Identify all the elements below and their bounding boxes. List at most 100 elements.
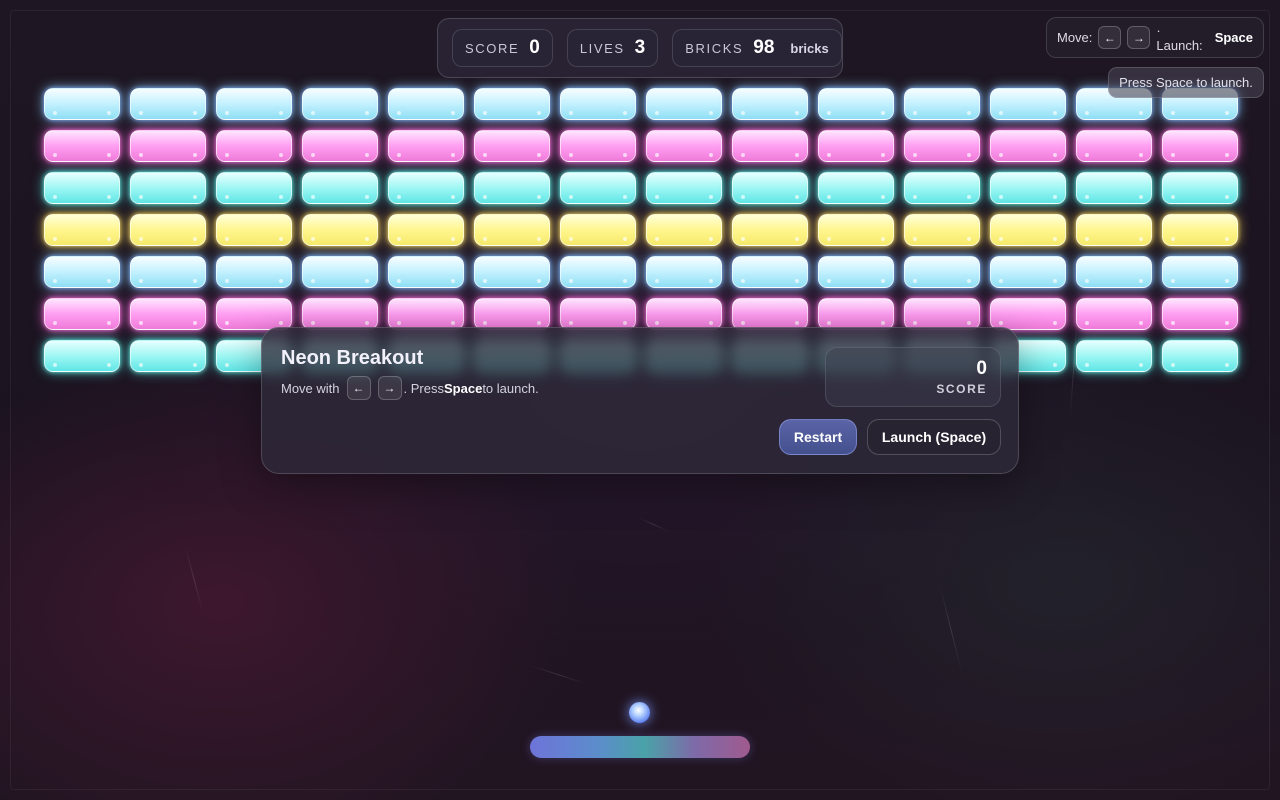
brick bbox=[388, 214, 464, 246]
restart-button[interactable]: Restart bbox=[779, 419, 857, 455]
brick bbox=[474, 298, 550, 330]
launch-button[interactable]: Launch (Space) bbox=[867, 419, 1001, 455]
score-pill: SCORE 0 bbox=[452, 29, 553, 67]
launch-toast: Press Space to launch. bbox=[1108, 67, 1264, 98]
brick bbox=[474, 214, 550, 246]
brick bbox=[1076, 214, 1152, 246]
launch-label: · Launch: bbox=[1156, 22, 1203, 53]
brick bbox=[216, 172, 292, 204]
dialog-score-value: 0 bbox=[976, 358, 987, 379]
brick bbox=[904, 172, 980, 204]
brick bbox=[1162, 298, 1238, 330]
brick bbox=[44, 298, 120, 330]
brick bbox=[818, 298, 894, 330]
paddle[interactable] bbox=[530, 736, 750, 758]
dialog-hint: Move with ← → . Press Space to launch. bbox=[281, 376, 539, 400]
brick bbox=[216, 256, 292, 288]
controls-hint: Move: ← → · Launch: Space bbox=[1046, 17, 1264, 58]
brick bbox=[1076, 256, 1152, 288]
brick bbox=[302, 256, 378, 288]
brick bbox=[818, 88, 894, 120]
right-arrow-icon: → bbox=[1127, 26, 1151, 49]
brick bbox=[216, 130, 292, 162]
brick bbox=[732, 214, 808, 246]
brick bbox=[904, 130, 980, 162]
score-value: 0 bbox=[529, 37, 540, 58]
brick bbox=[904, 88, 980, 120]
brick bbox=[560, 214, 636, 246]
brick bbox=[732, 256, 808, 288]
brick bbox=[474, 88, 550, 120]
brick bbox=[302, 130, 378, 162]
background-streak bbox=[529, 665, 588, 685]
brick bbox=[990, 130, 1066, 162]
brick bbox=[732, 172, 808, 204]
brick bbox=[130, 340, 206, 372]
brick bbox=[216, 214, 292, 246]
brick bbox=[130, 214, 206, 246]
bricks-label: BRICKS bbox=[685, 40, 744, 56]
background-streak bbox=[939, 585, 963, 673]
brick bbox=[904, 298, 980, 330]
ball bbox=[629, 702, 650, 723]
bricks-unit: bricks bbox=[790, 40, 829, 56]
brick bbox=[818, 172, 894, 204]
score-label: SCORE bbox=[465, 40, 520, 56]
brick bbox=[44, 256, 120, 288]
brick bbox=[44, 172, 120, 204]
brick bbox=[44, 88, 120, 120]
brick bbox=[1076, 298, 1152, 330]
bricks-value: 98 bbox=[753, 37, 775, 58]
brick bbox=[818, 130, 894, 162]
right-arrow-icon: → bbox=[377, 376, 402, 400]
brick bbox=[130, 172, 206, 204]
brick bbox=[388, 130, 464, 162]
brick bbox=[1162, 130, 1238, 162]
lives-pill: LIVES 3 bbox=[566, 29, 659, 67]
brick bbox=[302, 214, 378, 246]
brick bbox=[1162, 214, 1238, 246]
hud-bar: SCORE 0 LIVES 3 BRICKS 98 bricks bbox=[437, 18, 843, 78]
brick bbox=[474, 256, 550, 288]
brick bbox=[130, 298, 206, 330]
brick bbox=[44, 340, 120, 372]
hint-suffix: to launch. bbox=[482, 380, 539, 396]
brick bbox=[474, 172, 550, 204]
brick bbox=[560, 256, 636, 288]
brick bbox=[130, 130, 206, 162]
brick bbox=[818, 256, 894, 288]
brick bbox=[44, 214, 120, 246]
lives-label: LIVES bbox=[579, 40, 625, 56]
brick bbox=[646, 256, 722, 288]
brick bbox=[990, 172, 1066, 204]
brick bbox=[990, 298, 1066, 330]
brick bbox=[302, 298, 378, 330]
brick bbox=[990, 214, 1066, 246]
brick bbox=[904, 214, 980, 246]
brick bbox=[1076, 340, 1152, 372]
brick bbox=[388, 172, 464, 204]
brick bbox=[732, 130, 808, 162]
brick bbox=[646, 214, 722, 246]
brick bbox=[560, 172, 636, 204]
brick bbox=[1162, 172, 1238, 204]
hint-prefix: Move with bbox=[281, 380, 340, 396]
space-key: Space bbox=[444, 380, 483, 396]
brick bbox=[646, 298, 722, 330]
bricks-pill: BRICKS 98 bricks bbox=[672, 29, 842, 67]
brick bbox=[560, 88, 636, 120]
brick bbox=[904, 256, 980, 288]
brick bbox=[646, 130, 722, 162]
brick bbox=[130, 256, 206, 288]
brick bbox=[818, 214, 894, 246]
brick bbox=[560, 298, 636, 330]
dialog-score-card: 0 SCORE bbox=[825, 347, 1001, 407]
brick bbox=[44, 130, 120, 162]
brick bbox=[732, 298, 808, 330]
brick bbox=[646, 172, 722, 204]
brick bbox=[1162, 256, 1238, 288]
brick bbox=[302, 88, 378, 120]
brick bbox=[990, 256, 1066, 288]
move-label: Move: bbox=[1057, 30, 1093, 45]
brick bbox=[1076, 130, 1152, 162]
